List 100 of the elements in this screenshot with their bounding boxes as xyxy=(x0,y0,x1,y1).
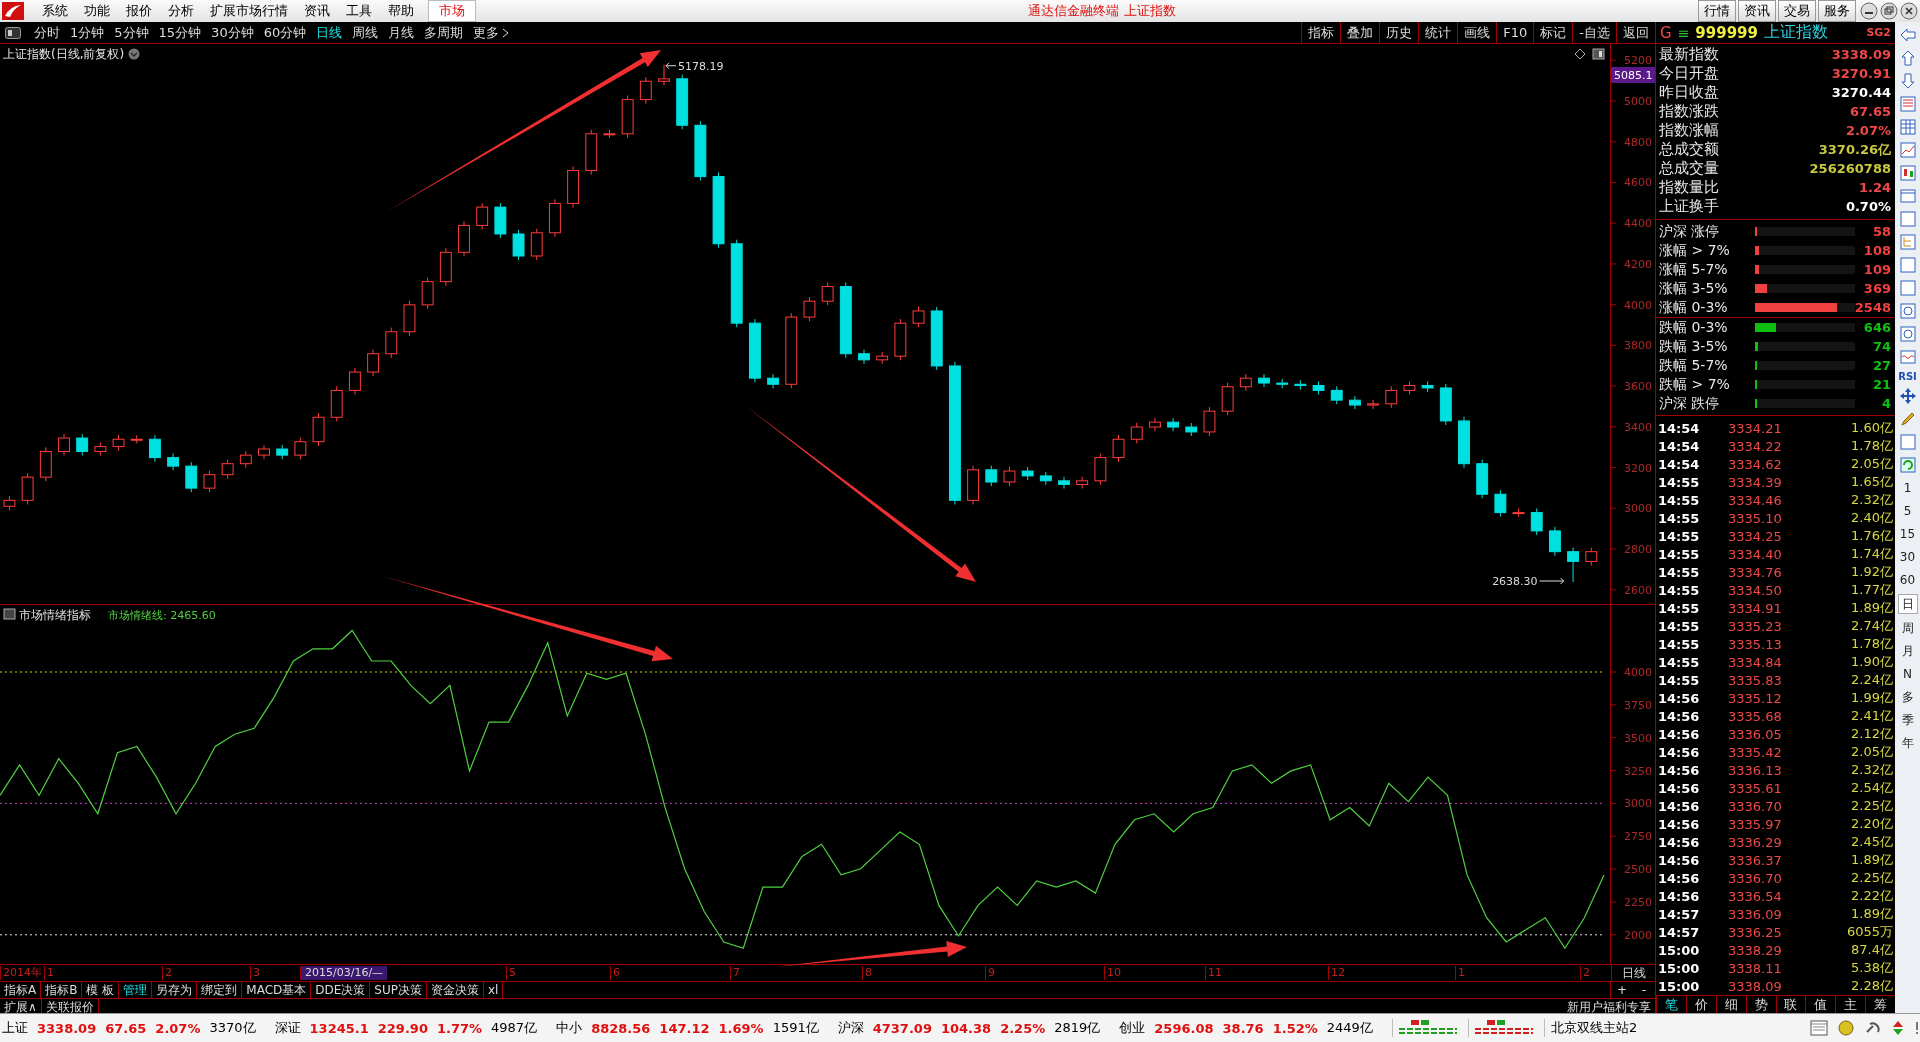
axis-label: 11 xyxy=(1205,966,1222,980)
leader-line xyxy=(1539,577,1565,585)
index-amount: 2449亿 xyxy=(1326,1019,1373,1037)
side-period-tab[interactable]: 5 xyxy=(1903,502,1912,520)
menu-item[interactable]: 扩展市场行情 xyxy=(202,2,296,20)
tick-price: 3338.29 xyxy=(1728,942,1783,958)
breadth-label: 涨幅 > 7% xyxy=(1659,241,1731,260)
leader-line xyxy=(665,62,677,70)
panel-toggle-icon[interactable] xyxy=(5,26,21,39)
candle xyxy=(1148,417,1161,432)
side-period-tab[interactable]: N xyxy=(1903,665,1912,683)
wave-icon[interactable] xyxy=(1898,348,1917,366)
side-period-tab[interactable]: 周 xyxy=(1901,619,1914,637)
tick-volume: 1.76亿 xyxy=(1850,527,1893,545)
period-tab[interactable]: 周线 xyxy=(347,23,384,42)
tick-price: 3335.61 xyxy=(1728,780,1783,796)
candle xyxy=(1058,476,1070,490)
tick-volume: 2.32亿 xyxy=(1850,761,1893,779)
side-period-tab[interactable]: 月 xyxy=(1901,642,1914,660)
period-tab[interactable]: 5分钟 xyxy=(109,23,154,42)
menu-item[interactable]: 系统 xyxy=(34,2,76,20)
period-tab[interactable]: 更多 xyxy=(468,23,515,42)
candle xyxy=(367,349,380,377)
period-tab[interactable]: 多周期 xyxy=(419,23,469,42)
indicator-title: 市场情绪指标 xyxy=(19,608,91,622)
index-price: 3338.09 xyxy=(37,1020,97,1036)
restore-icon[interactable] xyxy=(1880,2,1898,20)
tick-price: 3336.13 xyxy=(1728,762,1783,778)
menu-glyph[interactable]: ≡ xyxy=(1677,24,1690,41)
tick-volume: 5.38亿 xyxy=(1850,959,1893,977)
close-icon[interactable] xyxy=(1900,2,1918,20)
period-tab[interactable]: 60分钟 xyxy=(258,23,312,42)
indicator-icon[interactable] xyxy=(3,608,16,620)
side-period-tab[interactable]: 15 xyxy=(1899,525,1916,543)
period-tab[interactable]: 月线 xyxy=(383,23,420,42)
candle xyxy=(76,433,89,457)
info-icon[interactable] xyxy=(1914,1020,1920,1036)
candle xyxy=(803,296,816,322)
candle xyxy=(1439,383,1452,426)
tick-price: 3336.29 xyxy=(1728,834,1783,850)
candle xyxy=(39,446,52,482)
candle xyxy=(21,472,34,505)
candle xyxy=(1312,380,1325,395)
menu-item[interactable]: 资讯 xyxy=(296,2,338,20)
rsi-label[interactable]: RSI xyxy=(1898,371,1917,382)
breadth-count: 108 xyxy=(1862,243,1891,258)
candle xyxy=(458,220,470,257)
grid-icon[interactable] xyxy=(1898,118,1917,136)
tick-price: 3336.70 xyxy=(1728,870,1783,886)
candle xyxy=(1203,406,1216,437)
coin-icon[interactable] xyxy=(1837,1020,1855,1036)
period-tab[interactable]: 1分钟 xyxy=(65,23,110,42)
side-period-tab[interactable]: 60 xyxy=(1899,571,1916,589)
candlestick-icon[interactable] xyxy=(1898,164,1917,182)
window-icon[interactable] xyxy=(1898,187,1917,205)
menu-item[interactable]: 帮助 xyxy=(380,2,422,20)
tick-volume: 2.20亿 xyxy=(1850,815,1893,833)
side-period-tab[interactable]: 30 xyxy=(1899,548,1916,566)
diamond-icon[interactable] xyxy=(1574,48,1586,60)
menu-item[interactable]: 报价 xyxy=(118,2,160,20)
line-chart-icon[interactable] xyxy=(1898,141,1917,159)
promo-link[interactable]: 新用户福利专享 xyxy=(1567,998,1655,1016)
menu-item[interactable]: 工具 xyxy=(338,2,380,20)
menu-item[interactable]: 分析 xyxy=(160,2,202,20)
period-tab[interactable]: 30分钟 xyxy=(206,23,259,42)
refresh-icon[interactable] xyxy=(1898,456,1917,474)
toolbar-button[interactable]: 行情 xyxy=(1698,0,1736,22)
axis-label: 4000 xyxy=(1624,666,1652,679)
side-period-tab[interactable]: 季 xyxy=(1901,711,1914,729)
side-period-tab[interactable]: 年 xyxy=(1901,734,1914,752)
tick-price: 3336.09 xyxy=(1728,906,1783,922)
menu-item[interactable]: 功能 xyxy=(76,2,118,20)
up-down-arrows-icon[interactable] xyxy=(1891,1020,1905,1036)
market-bars-icon xyxy=(1467,1019,1535,1037)
toolbar-button[interactable]: 交易 xyxy=(1778,0,1816,22)
side-period-tab[interactable]: 1 xyxy=(1903,479,1912,497)
axis-label: 5200 xyxy=(1624,54,1652,68)
panel-icon[interactable] xyxy=(1592,48,1605,60)
side-period-tab[interactable]: 日 xyxy=(1897,594,1918,614)
tick-price: 3335.10 xyxy=(1728,510,1783,526)
axis-label: 9 xyxy=(985,966,995,980)
period-tab[interactable]: 15分钟 xyxy=(153,23,207,42)
left-arrow-icon[interactable] xyxy=(1898,26,1917,44)
breadth-count: 2548 xyxy=(1854,300,1891,315)
period-tab[interactable]: 日线 xyxy=(311,23,348,42)
index-change: 38.76 xyxy=(1222,1020,1264,1036)
axis-label: 8 xyxy=(862,966,872,980)
window-icon[interactable] xyxy=(1810,1020,1828,1036)
candle xyxy=(1494,489,1507,518)
minimize-icon[interactable] xyxy=(1860,2,1878,20)
candle xyxy=(894,318,907,361)
period-tab[interactable]: 分时 xyxy=(29,23,65,42)
dropdown-icon[interactable] xyxy=(128,48,140,60)
candle xyxy=(221,459,234,480)
side-period-tab[interactable]: 多 xyxy=(1901,688,1914,706)
toolbar-button[interactable]: 资讯 xyxy=(1738,0,1776,22)
move-icon[interactable] xyxy=(1898,387,1917,405)
market-tab[interactable]: 市场 xyxy=(428,0,476,22)
pen-icon[interactable] xyxy=(1898,410,1917,428)
toolbar-button[interactable]: 服务 xyxy=(1818,0,1856,22)
